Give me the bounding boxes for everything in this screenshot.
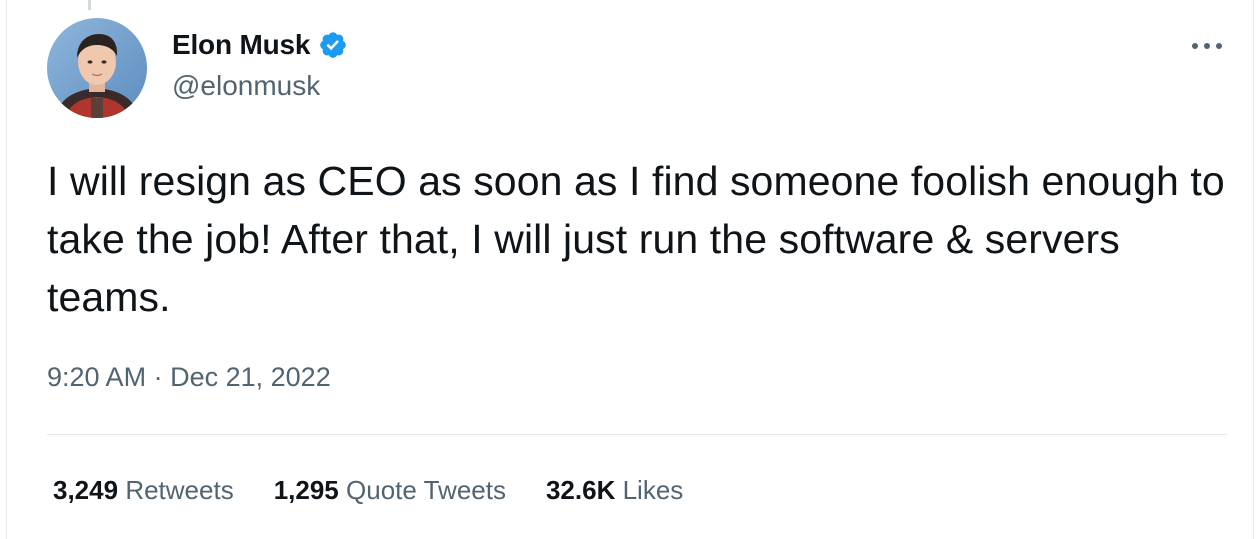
- tweet-card: Elon Musk @elonmusk I will resign as CEO…: [6, 0, 1254, 539]
- display-name[interactable]: Elon Musk: [172, 29, 310, 61]
- divider: [47, 434, 1227, 435]
- likes-stat[interactable]: 32.6K Likes: [546, 475, 683, 506]
- avatar-photo: [47, 18, 147, 118]
- quote-tweets-count: 1,295: [273, 475, 339, 505]
- engagement-stats: 3,249 Retweets 1,295 Quote Tweets 32.6K …: [53, 475, 683, 506]
- retweets-stat[interactable]: 3,249 Retweets: [53, 475, 234, 506]
- quote-tweets-label: Quote Tweets: [346, 475, 506, 505]
- meta-separator: ·: [153, 362, 163, 392]
- likes-count: 32.6K: [545, 475, 616, 505]
- tweet-timestamp: 9:20 AM · Dec 21, 2022: [47, 362, 331, 393]
- name-row: Elon Musk: [172, 26, 348, 64]
- author-block: Elon Musk @elonmusk: [172, 26, 348, 102]
- more-options-button[interactable]: [1187, 26, 1227, 66]
- tweet-text: I will resign as CEO as soon as I find s…: [47, 158, 1225, 320]
- tweet-date[interactable]: Dec 21, 2022: [170, 362, 331, 392]
- tweet-time[interactable]: 9:20 AM: [47, 362, 146, 392]
- retweets-label: Retweets: [125, 475, 234, 505]
- quote-tweets-stat[interactable]: 1,295 Quote Tweets: [274, 475, 506, 506]
- user-handle[interactable]: @elonmusk: [172, 70, 348, 102]
- likes-label: Likes: [622, 475, 684, 505]
- verified-badge-icon[interactable]: [318, 30, 348, 60]
- avatar[interactable]: [47, 18, 147, 118]
- retweets-count: 3,249: [53, 475, 119, 505]
- more-horizontal-icon: [1192, 43, 1222, 49]
